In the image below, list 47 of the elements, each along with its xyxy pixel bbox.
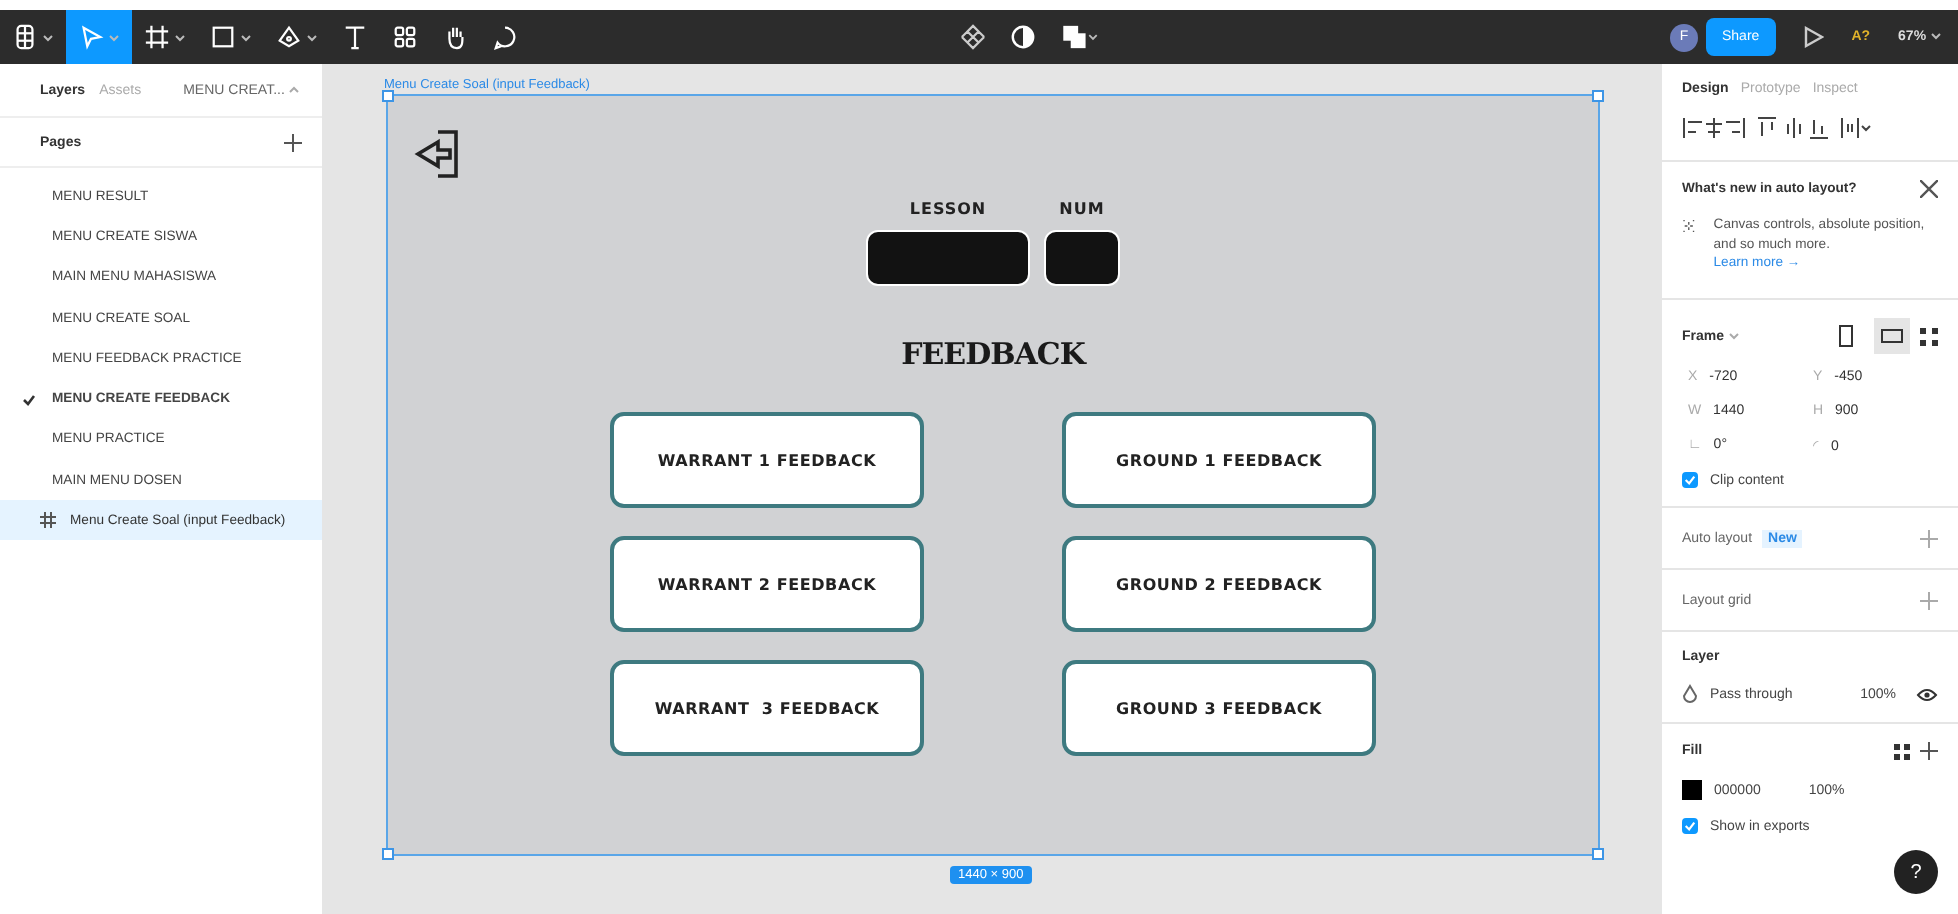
feedback-button[interactable]: GROUND 2 FEEDBACK	[1062, 536, 1376, 632]
feedback-button[interactable]: WARRANT 3 FEEDBACK	[610, 660, 924, 756]
pen-icon	[276, 24, 302, 50]
checkbox[interactable]	[1682, 472, 1698, 488]
input-field[interactable]	[866, 230, 1030, 286]
field-label: LESSON	[909, 200, 987, 218]
caret-icon	[288, 85, 301, 93]
feedback-button[interactable]: WARRANT 2 FEEDBACK	[610, 536, 924, 632]
add-icon[interactable]	[284, 133, 302, 151]
caret-icon	[1930, 32, 1942, 40]
selection-handle[interactable]	[382, 848, 394, 860]
contrast-icon[interactable]	[1010, 24, 1036, 50]
field-label: NUM	[1059, 200, 1105, 218]
input-field[interactable]	[1044, 230, 1120, 286]
hand-icon	[442, 24, 468, 50]
component-icon[interactable]	[960, 24, 986, 50]
eye-icon[interactable]	[1916, 687, 1938, 701]
hash-icon	[144, 24, 170, 50]
add-icon[interactable]	[1920, 742, 1938, 760]
speech-bubble-icon	[492, 24, 518, 50]
resize-grid-icon[interactable]	[1920, 327, 1938, 345]
feedback-button[interactable]: GROUND 1 FEEDBACK	[1062, 412, 1376, 508]
feedback-button[interactable]: WARRANT 1 FEEDBACK	[610, 412, 924, 508]
feedback-button[interactable]: GROUND 3 FEEDBACK	[1062, 660, 1376, 756]
frame-icon	[40, 512, 56, 529]
checkbox[interactable]	[1682, 818, 1698, 834]
square-icon	[210, 24, 236, 50]
styles-icon[interactable]	[1894, 743, 1910, 759]
logo-icon	[12, 24, 38, 50]
sparkle-icon	[1682, 216, 1696, 236]
help-button[interactable]: ?	[1894, 850, 1938, 894]
exit-icon	[412, 128, 464, 180]
selection-handle[interactable]	[1592, 90, 1604, 102]
cursor-icon	[78, 24, 104, 50]
text-tool-icon	[342, 24, 368, 50]
selection-handle[interactable]	[382, 90, 394, 102]
drop-icon	[1682, 684, 1698, 704]
caret-icon	[1727, 331, 1740, 339]
landscape-icon[interactable]	[1874, 318, 1910, 354]
boolean-icon[interactable]	[1060, 24, 1100, 50]
checkmark-icon	[22, 393, 36, 406]
selection-handle[interactable]	[1592, 848, 1604, 860]
play-icon[interactable]	[1803, 26, 1824, 48]
grid-icon	[392, 24, 418, 50]
frame-heading: FEEDBACK	[901, 336, 1085, 372]
color-swatch[interactable]	[1682, 780, 1702, 800]
close-icon[interactable]	[1920, 180, 1938, 198]
